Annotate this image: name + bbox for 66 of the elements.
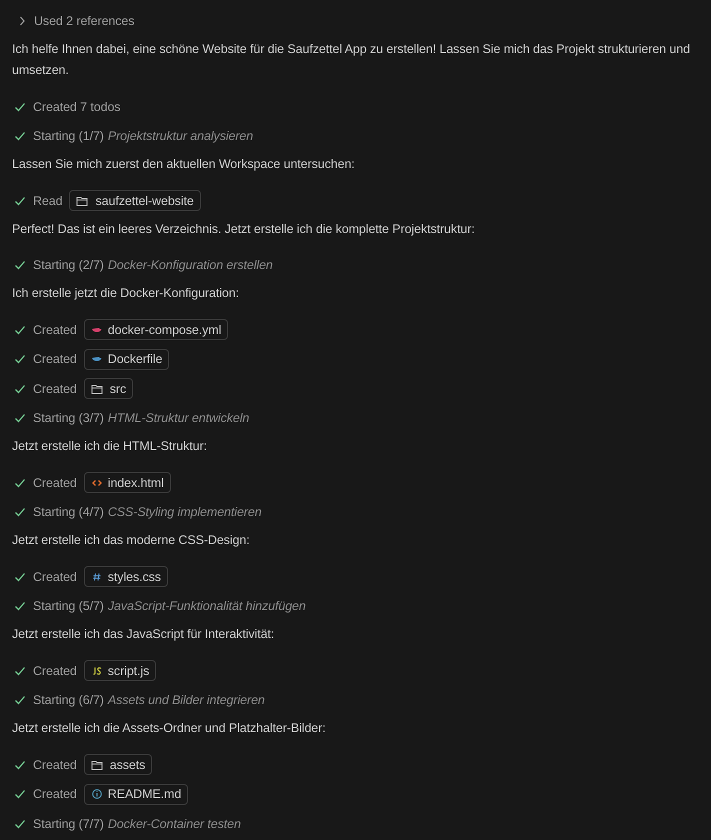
checkmark-icon xyxy=(14,476,26,489)
file-chip[interactable]: docker-compose.yml xyxy=(84,319,228,340)
message-text: Jetzt erstelle ich die HTML-Struktur: xyxy=(12,438,208,455)
info-icon xyxy=(90,788,103,800)
chevron-icon[interactable] xyxy=(18,16,26,26)
task-title: JavaScript-Funktionalität hinzufügen xyxy=(108,599,306,614)
checkmark-icon xyxy=(14,100,26,113)
folder-icon xyxy=(90,758,103,771)
task-title: Docker-Konfiguration erstellen xyxy=(108,258,273,272)
message-text: Lassen Sie mich zuerst den aktuellen Workspace untersuchen: xyxy=(12,156,356,173)
checkmark-icon xyxy=(14,694,26,706)
step-label: Starting (7/7) xyxy=(33,816,104,831)
step-label: Read xyxy=(33,194,62,208)
hash-icon xyxy=(90,570,103,583)
step-label: Starting (2/7) xyxy=(33,258,104,272)
task-title: Projektstruktur analysieren xyxy=(108,129,254,144)
task-title: HTML-Struktur entwickeln xyxy=(108,411,250,426)
task-title: CSS-Styling implementieren xyxy=(108,505,262,520)
message-text: Jetzt erstelle ich die Assets-Ordner und Platzhalter-Bilder: xyxy=(12,720,327,737)
file-chip[interactable]: index.html xyxy=(84,472,171,494)
step-label: Starting (5/7) xyxy=(33,599,104,614)
step-label: Starting (4/7) xyxy=(33,505,104,520)
step-label: Created xyxy=(33,664,77,678)
message-text: Ich erstelle jetzt die Docker-Konfiguration: xyxy=(12,285,240,302)
folder-icon xyxy=(76,194,88,207)
checkmark-icon xyxy=(14,570,26,583)
step-label: Created xyxy=(33,758,77,772)
step-label: Starting (6/7) xyxy=(33,693,104,708)
file-chip[interactable]: script.js xyxy=(84,660,156,682)
checkmark-icon xyxy=(14,324,26,336)
references-toggle[interactable]: Used 2 references xyxy=(34,14,134,28)
checkmark-icon xyxy=(14,600,26,612)
checkmark-icon xyxy=(14,818,26,830)
checkmark-icon xyxy=(14,412,26,424)
checkmark-icon xyxy=(14,259,26,272)
step-label: Starting (1/7) xyxy=(33,129,104,144)
step-label: Starting (3/7) xyxy=(33,411,104,426)
step-label: Created xyxy=(33,476,77,490)
step-label: Created xyxy=(33,787,77,802)
message-text: Ich helfe Ihnen dabei, eine schöne Website für die Saufzettel App zu erstellen! Lassen Sie mich das Projekt strukturieren und umsetzen. xyxy=(12,41,691,79)
step-label: Created xyxy=(33,570,77,584)
file-chip[interactable]: saufzettel-website xyxy=(69,190,201,212)
message-text: Perfect! Das ist ein leeres Verzeichnis. Jetzt erstelle ich die komplette Projektstruktur: xyxy=(12,220,476,238)
file-chip[interactable]: src xyxy=(84,378,134,400)
message-text: Jetzt erstelle ich das JavaScript für Interaktivität: xyxy=(12,626,276,643)
step-label: Created xyxy=(33,382,77,396)
checkmark-icon xyxy=(14,664,26,677)
checkmark-icon xyxy=(14,758,26,771)
js-icon xyxy=(90,664,103,677)
checkmark-icon xyxy=(14,382,26,395)
step-label: Created xyxy=(33,352,77,366)
task-title: Docker-Container testen xyxy=(108,816,241,831)
step-label: Created xyxy=(33,322,77,337)
file-chip[interactable]: Dockerfile xyxy=(84,348,170,370)
file-chip[interactable]: styles.css xyxy=(84,566,168,588)
checkmark-icon xyxy=(14,194,26,207)
task-title: Assets und Bilder integrieren xyxy=(108,693,265,708)
checkmark-icon xyxy=(14,130,26,142)
file-chip[interactable]: README.md xyxy=(84,784,188,805)
file-chip[interactable]: assets xyxy=(84,754,152,776)
checkmark-icon xyxy=(14,353,26,366)
folder-icon xyxy=(90,382,103,395)
checkmark-icon xyxy=(14,788,26,800)
step-label: Created 7 todos xyxy=(33,100,120,114)
message-text: Jetzt erstelle ich das moderne CSS-Design: xyxy=(12,532,251,549)
checkmark-icon xyxy=(14,506,26,518)
